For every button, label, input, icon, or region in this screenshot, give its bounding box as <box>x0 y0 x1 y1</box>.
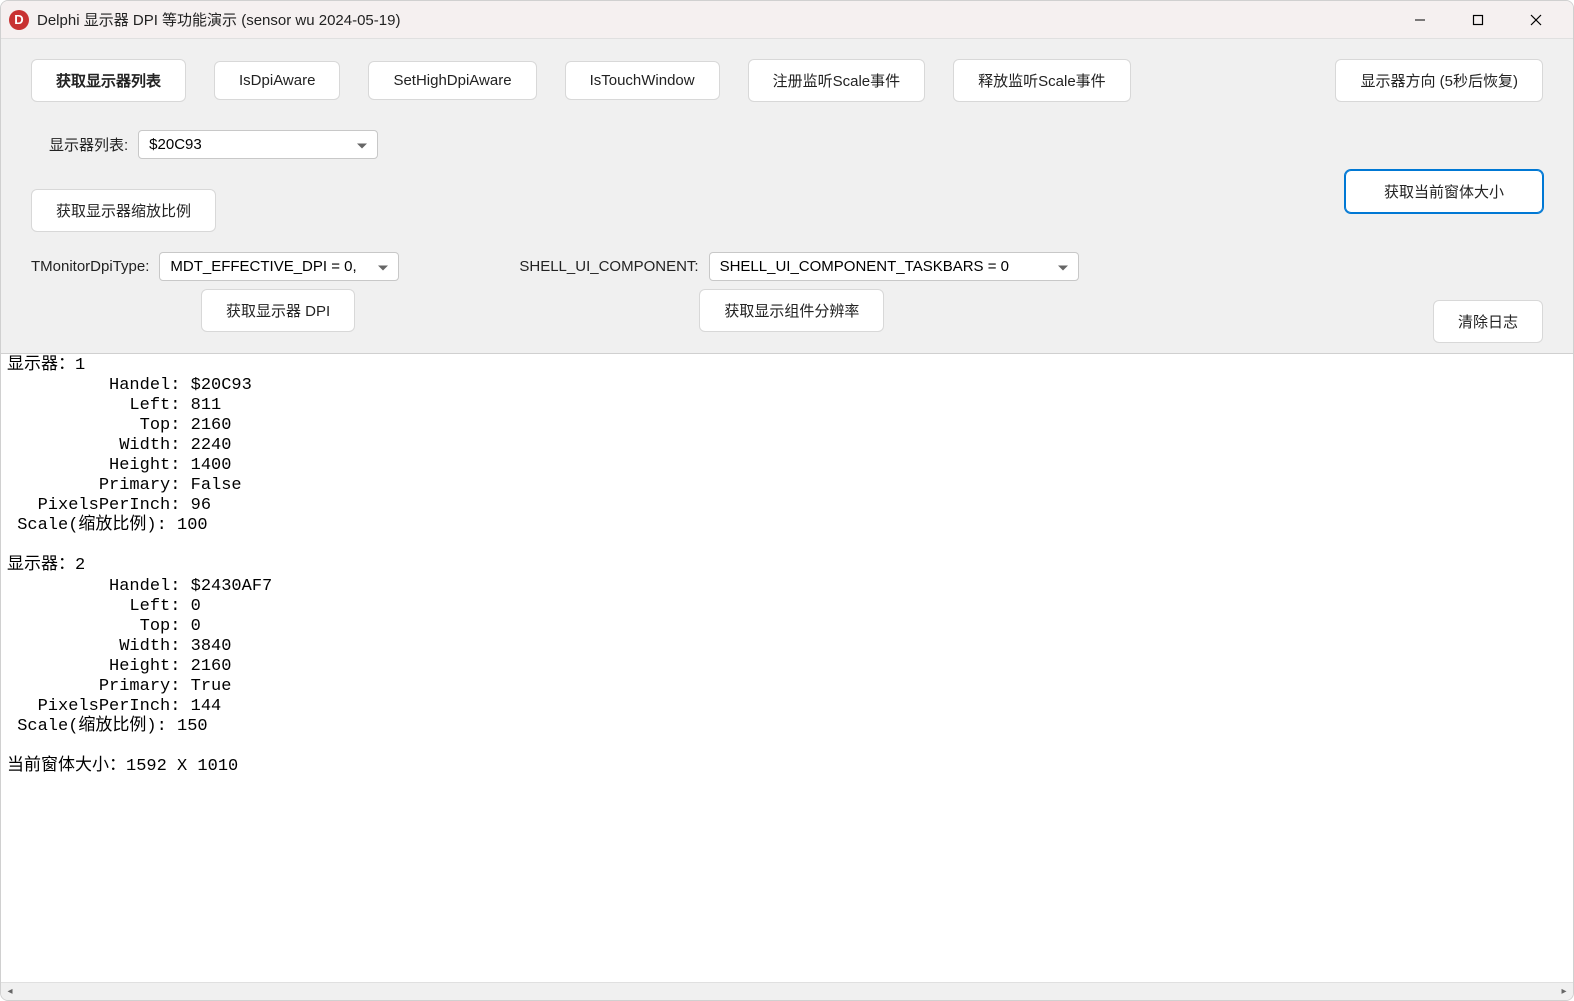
shell-component-group: SHELL_UI_COMPONENT: SHELL_UI_COMPONENT_T… <box>519 252 1078 281</box>
get-component-res-button[interactable]: 获取显示组件分辨率 <box>699 289 884 332</box>
register-scale-event-button[interactable]: 注册监听Scale事件 <box>748 59 926 102</box>
monitor-list-group: 显示器列表: $20C93 <box>49 130 378 159</box>
scroll-right-arrow[interactable]: ▸ <box>1557 985 1571 999</box>
is-touch-window-button[interactable]: IsTouchWindow <box>565 61 720 100</box>
horizontal-scrollbar[interactable]: ◂ ▸ <box>1 982 1573 1000</box>
titlebar: D Delphi 显示器 DPI 等功能演示 (sensor wu 2024-0… <box>1 1 1573 39</box>
main-window: D Delphi 显示器 DPI 等功能演示 (sensor wu 2024-0… <box>0 0 1574 1001</box>
log-textarea[interactable]: 显示器：1 Handel: $20C93 Left: 811 Top: 2160… <box>1 353 1573 982</box>
maximize-icon <box>1472 14 1484 26</box>
dpi-type-col: TMonitorDpiType: MDT_EFFECTIVE_DPI = 0, … <box>31 252 399 332</box>
window-controls <box>1391 1 1565 39</box>
minimize-button[interactable] <box>1391 1 1449 39</box>
dpi-type-group: TMonitorDpiType: MDT_EFFECTIVE_DPI = 0, <box>31 252 399 281</box>
shell-component-value: SHELL_UI_COMPONENT_TASKBARS = 0 <box>720 258 1009 275</box>
content-panel: 获取显示器列表 IsDpiAware SetHighDpiAware IsTou… <box>1 39 1573 353</box>
monitor-list-value: $20C93 <box>149 136 202 153</box>
app-icon: D <box>9 10 29 30</box>
monitor-list-combobox[interactable]: $20C93 <box>138 130 378 159</box>
is-dpi-aware-button[interactable]: IsDpiAware <box>214 61 340 100</box>
set-high-dpi-aware-button[interactable]: SetHighDpiAware <box>368 61 536 100</box>
get-window-size-button[interactable]: 获取当前窗体大小 <box>1345 170 1543 213</box>
monitor-list-label: 显示器列表: <box>49 134 128 155</box>
shell-component-col: SHELL_UI_COMPONENT: SHELL_UI_COMPONENT_T… <box>519 252 1078 332</box>
scroll-left-arrow[interactable]: ◂ <box>3 985 17 999</box>
dpi-type-label: TMonitorDpiType: <box>31 258 149 275</box>
toolbar-row: 获取显示器列表 IsDpiAware SetHighDpiAware IsTou… <box>31 59 1543 102</box>
shell-component-label: SHELL_UI_COMPONENT: <box>519 258 698 275</box>
shell-component-combobox[interactable]: SHELL_UI_COMPONENT_TASKBARS = 0 <box>709 252 1079 281</box>
close-button[interactable] <box>1507 1 1565 39</box>
get-scale-button[interactable]: 获取显示器缩放比例 <box>31 189 216 232</box>
monitor-direction-button[interactable]: 显示器方向 (5秒后恢复) <box>1335 59 1543 102</box>
app-icon-letter: D <box>14 12 23 27</box>
close-icon <box>1530 14 1542 26</box>
dpi-type-value: MDT_EFFECTIVE_DPI = 0, <box>170 258 356 275</box>
maximize-button[interactable] <box>1449 1 1507 39</box>
get-monitor-dpi-button[interactable]: 获取显示器 DPI <box>201 289 355 332</box>
dpi-type-combobox[interactable]: MDT_EFFECTIVE_DPI = 0, <box>159 252 399 281</box>
window-title: Delphi 显示器 DPI 等功能演示 (sensor wu 2024-05-… <box>37 9 1391 30</box>
clear-log-button[interactable]: 清除日志 <box>1433 300 1543 343</box>
monitor-select-row: 显示器列表: $20C93 获取显示器缩放比例 获取当前窗体大小 <box>31 130 1543 232</box>
dpi-settings-row: TMonitorDpiType: MDT_EFFECTIVE_DPI = 0, … <box>31 252 1543 343</box>
get-monitor-list-button[interactable]: 获取显示器列表 <box>31 59 186 102</box>
minimize-icon <box>1414 14 1426 26</box>
release-scale-event-button[interactable]: 释放监听Scale事件 <box>953 59 1131 102</box>
